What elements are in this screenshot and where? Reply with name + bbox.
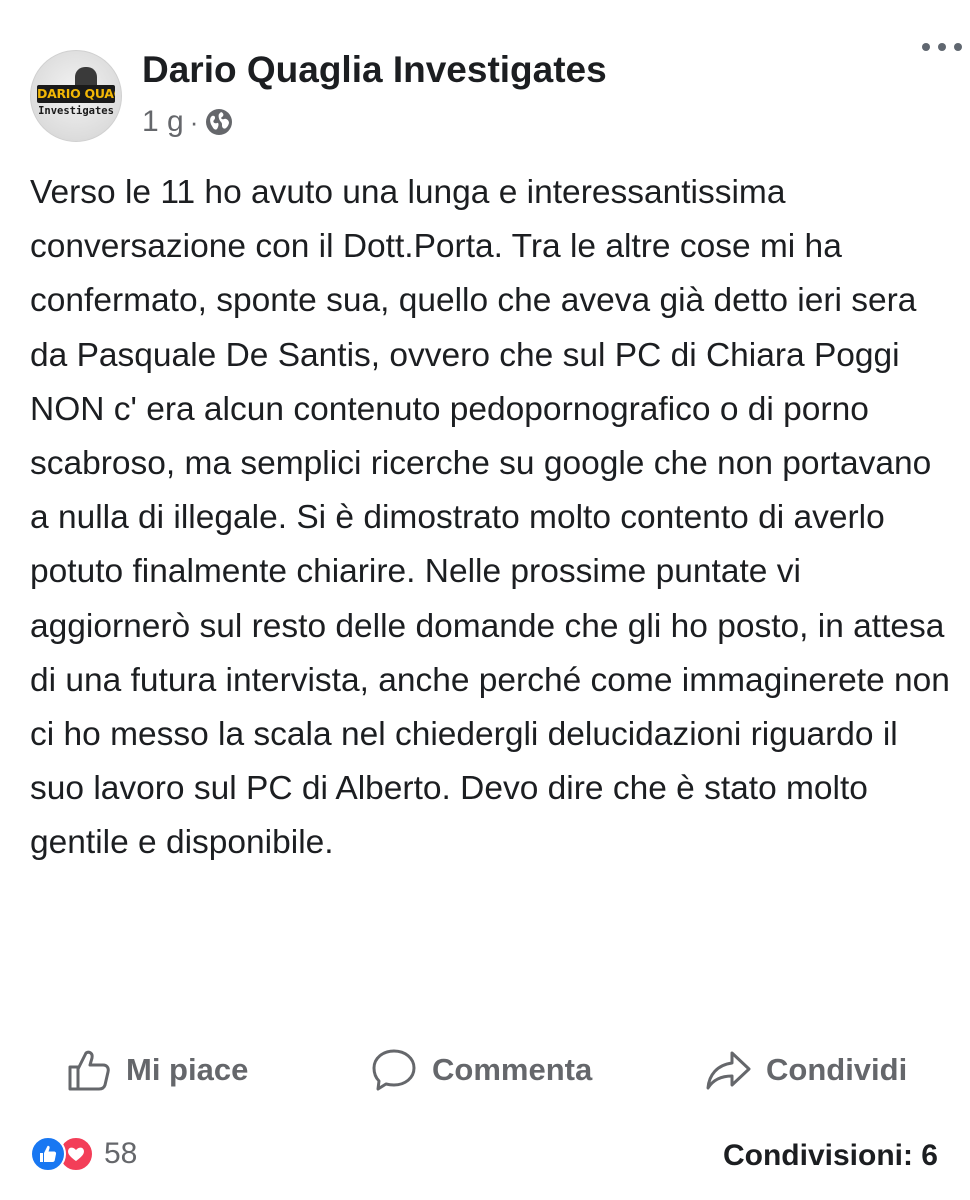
more-dot [938,43,946,51]
avatar-logo-text: DARIO QUAGLIA [37,85,115,103]
comment-button[interactable]: Commenta [370,1040,592,1100]
globe-icon[interactable] [204,107,234,137]
post-stats: 58 Condivisioni: 6 [0,1130,970,1180]
post-body-text: Verso le 11 ho avuto una lunga e interes… [30,174,950,862]
avatar-logo-subtext: Investigates [38,105,114,117]
post-actions-bar: Mi piace Commenta Condividi [0,1040,970,1100]
share-button-label: Condividi [766,1052,908,1087]
meta-separator: · [189,106,199,137]
page-avatar[interactable]: DARIO QUAGLIA Investigates [30,50,122,142]
more-dot [954,43,962,51]
share-button[interactable]: Condividi [704,1040,907,1100]
share-arrow-icon [706,1051,751,1090]
post-meta: 1 g · [142,104,234,140]
like-button-label: Mi piace [126,1052,249,1087]
like-reaction-icon [30,1136,66,1172]
more-options-icon[interactable] [922,40,962,54]
reaction-count: 58 [104,1137,138,1170]
more-dot [922,43,930,51]
reactions-summary[interactable]: 58 [30,1136,137,1172]
comment-bubble-icon [372,1049,416,1091]
page-name-link[interactable]: Dario Quaglia Investigates [142,48,607,92]
like-button[interactable]: Mi piace [66,1040,248,1100]
thumbs-up-icon [68,1050,110,1091]
post-header: DARIO QUAGLIA Investigates Dario Quaglia… [0,0,970,160]
shares-count[interactable]: Condivisioni: 6 [723,1136,938,1176]
post-timestamp[interactable]: 1 g [142,105,184,139]
comment-button-label: Commenta [432,1052,593,1087]
